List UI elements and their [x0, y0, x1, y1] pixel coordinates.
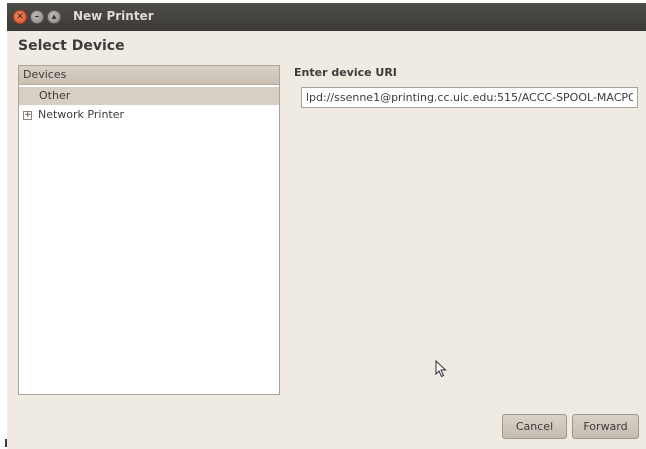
tree-item-label: Other — [39, 89, 71, 102]
devices-column-header[interactable]: Devices — [19, 66, 279, 85]
tree-item-label: Network Printer — [38, 108, 125, 121]
cancel-button[interactable]: Cancel — [502, 414, 567, 439]
expand-plus-icon[interactable]: + — [23, 111, 32, 120]
minimize-icon[interactable]: – — [30, 10, 44, 24]
titlebar: ✕ – ▴ New Printer — [7, 3, 646, 31]
mouse-pointer-icon — [435, 360, 447, 378]
window-title: New Printer — [73, 9, 154, 23]
page-title: Select Device — [18, 38, 125, 54]
devices-tree[interactable]: Devices Other + Network Printer — [18, 65, 280, 395]
tree-item-other[interactable]: Other — [19, 87, 279, 105]
close-icon[interactable]: ✕ — [13, 10, 27, 24]
tree-item-network-printer[interactable]: + Network Printer — [19, 106, 279, 124]
forward-button[interactable]: Forward — [572, 414, 639, 439]
device-uri-label: Enter device URI — [294, 66, 397, 79]
maximize-icon[interactable]: ▴ — [47, 10, 61, 24]
new-printer-window: ✕ – ▴ New Printer Select Device Devices … — [7, 3, 646, 449]
desktop-edge — [0, 0, 7, 449]
device-uri-input[interactable] — [301, 87, 638, 108]
